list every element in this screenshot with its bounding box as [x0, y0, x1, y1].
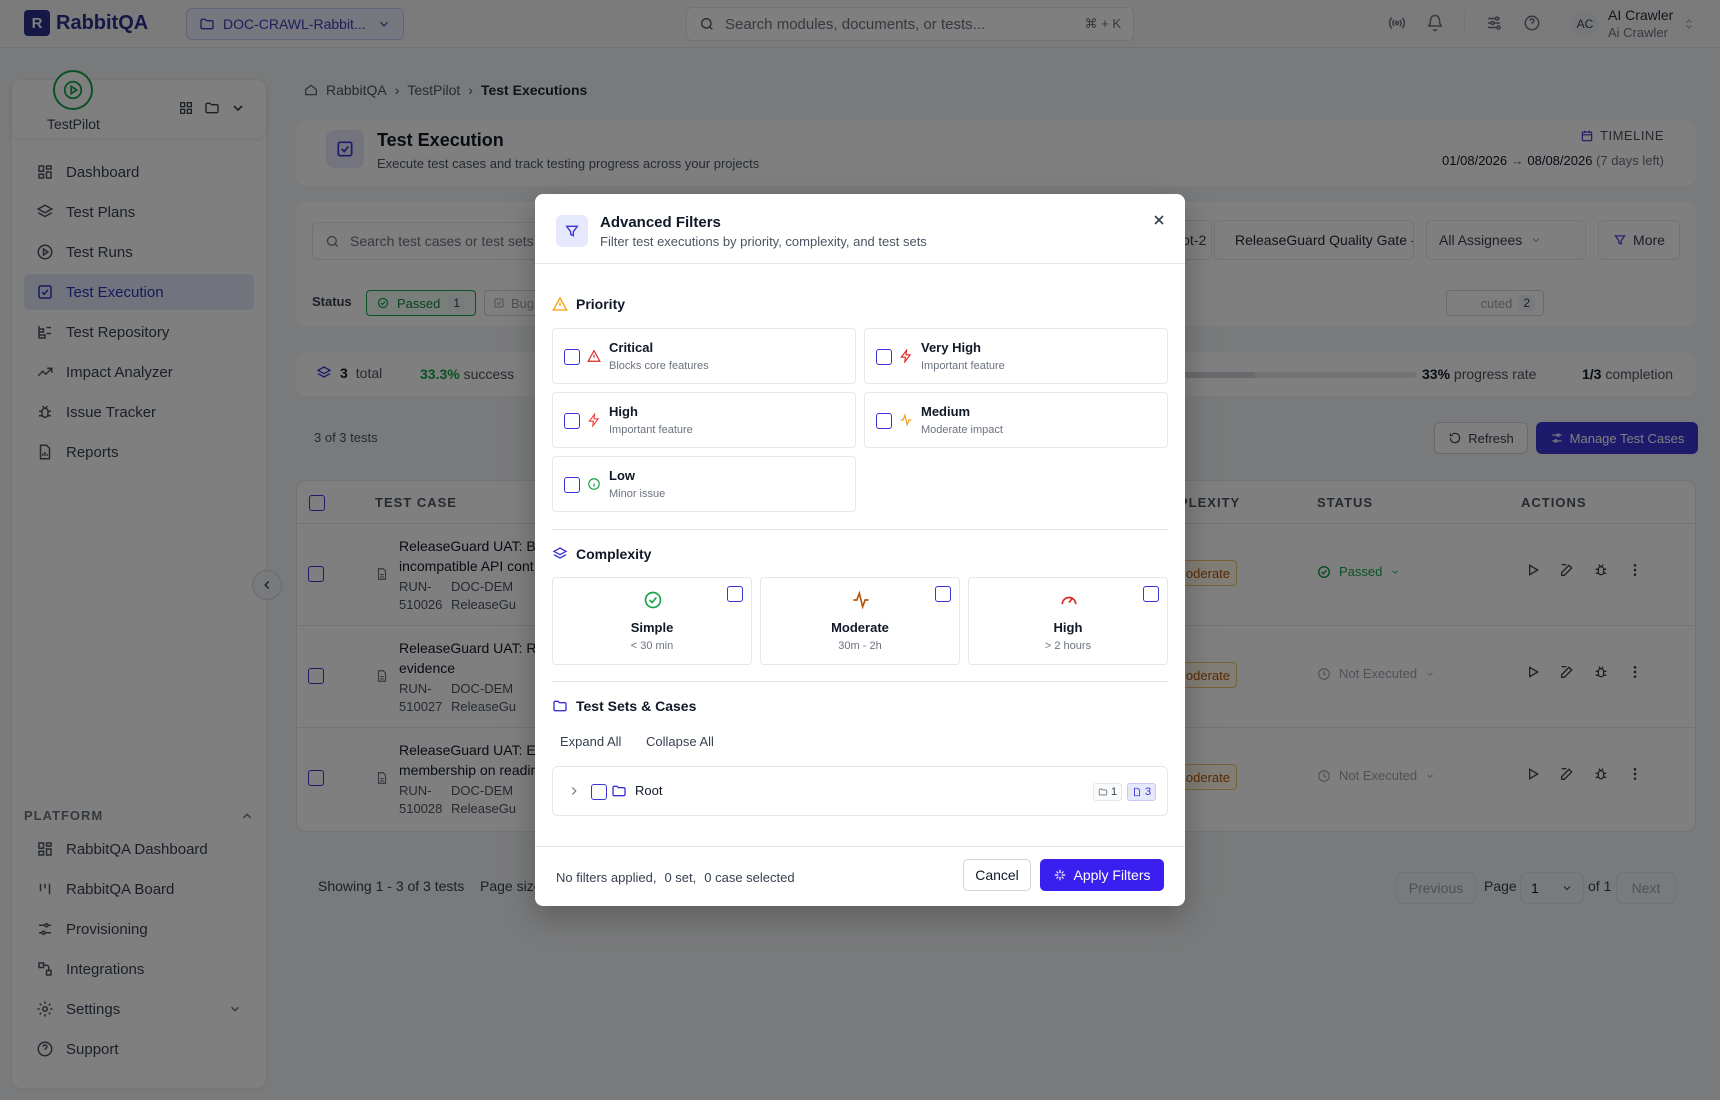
cancel-button[interactable]: Cancel	[963, 859, 1031, 891]
case-count: 3	[1145, 786, 1152, 798]
priority-option-medium[interactable]: Medium Moderate impact	[864, 392, 1168, 448]
complexity-checkbox[interactable]	[935, 586, 951, 602]
test-set-tree: Root 1 3	[552, 766, 1168, 816]
info-icon	[588, 478, 600, 490]
priority-description: Moderate impact	[921, 424, 1003, 436]
priority-label: Priority	[576, 296, 626, 312]
priority-description: Minor issue	[609, 488, 666, 500]
apply-filters-button[interactable]: Apply Filters	[1040, 859, 1164, 891]
check-circle-icon	[644, 591, 662, 609]
priority-name: High	[609, 404, 638, 419]
warning-icon	[552, 296, 568, 311]
activity-icon	[900, 413, 912, 427]
folder-icon	[612, 785, 626, 797]
dialog-subtitle: Filter test executions by priority, comp…	[600, 234, 927, 249]
filter-summary-filters: No filters applied,	[556, 870, 657, 885]
filter-summary-cases: 0 case selected	[704, 870, 795, 885]
complexity-option-simple[interactable]: Simple < 30 min	[552, 577, 752, 665]
dialog-title: Advanced Filters	[600, 214, 721, 231]
priority-section-title: Priority	[552, 296, 625, 312]
complexity-label: Complexity	[576, 546, 652, 562]
advanced-filters-dialog: Advanced Filters Filter test executions …	[535, 194, 1185, 906]
priority-name: Low	[609, 468, 635, 483]
complexity-name: High	[1053, 620, 1083, 635]
section-divider	[552, 681, 1168, 682]
collapse-all-button[interactable]: Collapse All	[646, 734, 714, 749]
complexity-option-moderate[interactable]: Moderate 30m - 2h	[760, 577, 960, 665]
priority-option-very-high[interactable]: Very High Important feature	[864, 328, 1168, 384]
complexity-section-title: Complexity	[552, 546, 651, 562]
filter-summary-sets: 0 set,	[664, 870, 697, 885]
complexity-checkbox[interactable]	[727, 586, 743, 602]
test-sets-section-title: Test Sets & Cases	[552, 698, 696, 714]
priority-checkbox[interactable]	[876, 413, 892, 429]
complexity-option-high[interactable]: High > 2 hours	[968, 577, 1168, 665]
dialog-footer: No filters applied, 0 set, 0 case select…	[535, 846, 1185, 906]
lightning-icon	[588, 413, 600, 427]
section-divider	[552, 529, 1168, 530]
gauge-icon	[1061, 596, 1077, 605]
priority-checkbox[interactable]	[564, 477, 580, 493]
priority-description: Blocks core features	[609, 360, 709, 372]
tree-root-checkbox[interactable]	[591, 784, 607, 800]
filter-summary: No filters applied, 0 set, 0 case select…	[556, 870, 795, 885]
priority-option-critical[interactable]: Critical Blocks core features	[552, 328, 856, 384]
priority-name: Medium	[921, 404, 971, 419]
folder-icon	[1098, 788, 1108, 796]
folder-count: 1	[1111, 786, 1118, 798]
folder-open-icon	[553, 700, 567, 712]
complexity-checkbox[interactable]	[1143, 586, 1159, 602]
priority-name: Critical	[609, 340, 654, 355]
tree-root-label[interactable]: Root	[635, 783, 662, 798]
complexity-description: > 2 hours	[1044, 640, 1092, 652]
complexity-name: Moderate	[831, 620, 889, 635]
priority-description: Important feature	[921, 360, 1005, 372]
sparkle-icon	[1055, 869, 1066, 881]
complexity-description: < 30 min	[630, 640, 674, 652]
priority-description: Important feature	[609, 424, 693, 436]
folder-count-badge: 1	[1093, 783, 1123, 801]
chevron-right-icon[interactable]	[567, 784, 581, 798]
complexity-description: 30m - 2h	[838, 640, 882, 652]
lightning-icon	[900, 349, 912, 363]
priority-option-low[interactable]: Low Minor issue	[552, 456, 856, 512]
priority-checkbox[interactable]	[564, 413, 580, 429]
expand-all-button[interactable]: Expand All	[560, 734, 621, 749]
document-icon	[1134, 787, 1140, 797]
layers-icon	[552, 547, 568, 559]
priority-name: Very High	[921, 340, 981, 355]
alert-triangle-icon	[587, 349, 601, 362]
activity-icon	[853, 590, 869, 610]
filter-icon	[556, 215, 588, 247]
priority-option-high[interactable]: High Important feature	[552, 392, 856, 448]
complexity-name: Simple	[630, 620, 674, 635]
case-count-badge: 3	[1127, 783, 1157, 801]
test-sets-label: Test Sets & Cases	[576, 698, 697, 714]
apply-filters-label: Apply Filters	[1073, 867, 1151, 883]
priority-checkbox[interactable]	[564, 349, 580, 365]
close-icon[interactable]	[1151, 212, 1167, 228]
priority-checkbox[interactable]	[876, 349, 892, 365]
dialog-header: Advanced Filters Filter test executions …	[535, 194, 1185, 264]
